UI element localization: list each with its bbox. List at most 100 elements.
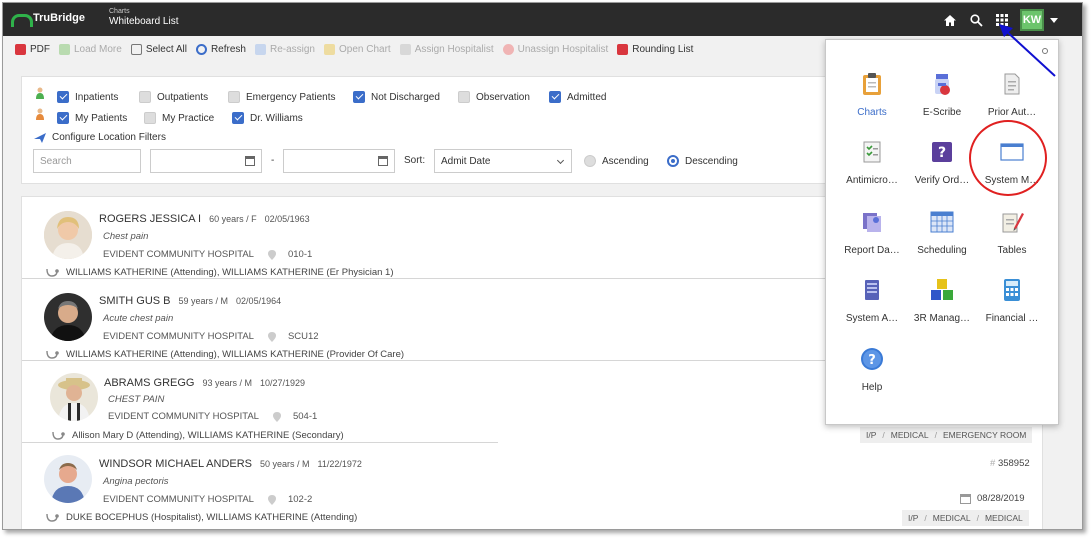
filter-observation[interactable]: Observation bbox=[458, 91, 530, 103]
app-window: TruBridge Charts Whiteboard List KW PDF … bbox=[2, 2, 1083, 530]
refresh-button[interactable]: Refresh bbox=[195, 44, 246, 55]
page-title-block: Charts Whiteboard List bbox=[109, 8, 178, 27]
stethoscope-icon bbox=[46, 350, 59, 359]
app-tile-report-dashboard[interactable]: Report Da… bbox=[836, 210, 908, 256]
refresh-label: Refresh bbox=[210, 44, 246, 55]
patient-name: ABRAMS GREGG bbox=[104, 377, 195, 389]
unassign-hospitalist-button[interactable]: Unassign Hospitalist bbox=[502, 44, 609, 55]
sort-select[interactable]: Admit Date bbox=[434, 149, 572, 173]
filter-my-practice[interactable]: My Practice bbox=[144, 112, 214, 124]
select-all-label: Select All bbox=[145, 44, 187, 55]
load-more-button[interactable]: Load More bbox=[59, 44, 122, 55]
patient-providers: WILLIAMS KATHERINE (Attending), WILLIAMS… bbox=[46, 267, 393, 278]
airplane-icon bbox=[34, 132, 46, 143]
patient-diagnosis: Chest pain bbox=[103, 231, 149, 242]
observation-checkbox[interactable] bbox=[458, 91, 470, 103]
refresh-icon bbox=[195, 44, 207, 55]
patient-name: WINDSOR MICHAEL ANDERS bbox=[99, 458, 253, 470]
patient-location: EVIDENT COMMUNITY HOSPITAL 504-1 bbox=[108, 411, 317, 422]
filter-inpatients[interactable]: Inpatients bbox=[57, 91, 118, 103]
filter-emergency[interactable]: Emergency Patients bbox=[228, 91, 336, 103]
patient-name-line: WINDSOR MICHAEL ANDERS 50 years / M 11/22/… bbox=[99, 458, 362, 470]
filter-dr-williams[interactable]: Dr. Williams bbox=[232, 112, 303, 124]
patient-name-line: ABRAMS GREGG 93 years / M 10/27/1929 bbox=[104, 377, 305, 389]
reassign-button[interactable]: Re-assign bbox=[254, 44, 315, 55]
calendar-icon bbox=[960, 494, 971, 504]
blocks-icon bbox=[931, 279, 953, 300]
person-green-icon bbox=[36, 87, 44, 99]
patient-dob: 10/27/1929 bbox=[260, 378, 306, 388]
app-tile-tables[interactable]: Tables bbox=[976, 210, 1048, 256]
assign-icon bbox=[399, 44, 411, 55]
search-input[interactable]: Search bbox=[33, 149, 141, 173]
patient-location: EVIDENT COMMUNITY HOSPITAL 102-2 bbox=[103, 494, 312, 505]
patient-diagnosis: CHEST PAIN bbox=[108, 394, 165, 405]
app-tile-system-a[interactable]: System A… bbox=[836, 278, 908, 324]
inpatients-label: Inpatients bbox=[75, 91, 119, 103]
unassign-hospitalist-label: Unassign Hospitalist bbox=[517, 44, 609, 55]
filter-admitted[interactable]: Admitted bbox=[549, 91, 606, 103]
rounding-list-label: Rounding List bbox=[632, 44, 694, 55]
observation-label: Observation bbox=[476, 91, 530, 103]
patient-age-sex: 59 years / M bbox=[178, 296, 229, 306]
filter-not-discharged[interactable]: Not Discharged bbox=[353, 91, 440, 103]
app-tile-scheduling[interactable]: Scheduling bbox=[906, 210, 978, 256]
select-all-button[interactable]: Select All bbox=[130, 44, 187, 55]
brand-name: TruBridge bbox=[33, 12, 85, 24]
app-tile-label: Scheduling bbox=[917, 245, 967, 256]
app-tile-label: Verify Ord… bbox=[914, 175, 970, 186]
patient-providers: WILLIAMS KATHERINE (Attending), WILLIAMS… bbox=[46, 349, 404, 360]
dr-williams-checkbox[interactable] bbox=[232, 112, 244, 124]
sort-descending-option[interactable]: Descending bbox=[667, 155, 738, 167]
app-tile-help[interactable]: ? Help bbox=[836, 347, 908, 393]
patient-providers: Allison Mary D (Attending), WILLIAMS KAT… bbox=[52, 430, 344, 441]
location-pin-icon bbox=[272, 411, 281, 422]
start-date-input[interactable] bbox=[150, 149, 262, 173]
stethoscope-icon bbox=[46, 268, 59, 277]
outpatients-checkbox[interactable] bbox=[139, 91, 151, 103]
filter-my-patients[interactable]: My Patients bbox=[57, 112, 127, 124]
home-icon[interactable] bbox=[942, 12, 958, 28]
app-tile-verify-orders[interactable]: ? Verify Ord… bbox=[906, 140, 978, 186]
sort-ascending-option[interactable]: Ascending bbox=[584, 155, 649, 167]
app-tile-label: Charts bbox=[857, 107, 887, 118]
my-patients-checkbox[interactable] bbox=[57, 112, 69, 124]
server-icon bbox=[865, 280, 879, 300]
pdf-button[interactable]: PDF bbox=[15, 44, 50, 55]
app-tile-antimicrobial[interactable]: Antimicro… bbox=[836, 140, 908, 186]
ascending-radio[interactable] bbox=[584, 155, 596, 167]
patient-photo bbox=[44, 455, 92, 503]
search-icon[interactable] bbox=[968, 12, 984, 28]
assign-hospitalist-button[interactable]: Assign Hospitalist bbox=[399, 44, 494, 55]
sort-label: Sort: bbox=[404, 155, 426, 166]
end-date-input[interactable] bbox=[283, 149, 395, 173]
tag-unit: MEDICAL bbox=[984, 513, 1023, 523]
app-tile-escribe[interactable]: E-Scribe bbox=[906, 72, 978, 118]
inpatients-checkbox[interactable] bbox=[57, 91, 69, 103]
open-chart-button[interactable]: Open Chart bbox=[324, 44, 391, 55]
patient-dob: 02/05/1964 bbox=[236, 296, 282, 306]
my-practice-checkbox[interactable] bbox=[144, 112, 156, 124]
patient-location: EVIDENT COMMUNITY HOSPITAL 010-1 bbox=[103, 249, 312, 260]
filter-outpatients[interactable]: Outpatients bbox=[139, 91, 208, 103]
configure-location-link[interactable]: Configure Location Filters bbox=[34, 132, 166, 143]
admitted-checkbox[interactable] bbox=[549, 91, 561, 103]
emergency-checkbox[interactable] bbox=[228, 91, 240, 103]
report-icon bbox=[863, 213, 881, 232]
patient-dob: 02/05/1963 bbox=[264, 214, 310, 224]
brand-logo[interactable]: TruBridge bbox=[11, 12, 85, 27]
room-number: SCU12 bbox=[287, 331, 319, 342]
page-title: Whiteboard List bbox=[109, 16, 179, 27]
app-tile-3r-management[interactable]: 3R Manag… bbox=[906, 278, 978, 324]
app-tile-label: Help bbox=[861, 382, 883, 393]
rounding-list-button[interactable]: Rounding List bbox=[617, 44, 693, 55]
tag-separator: / bbox=[882, 430, 885, 440]
pointer-arrow-annotation bbox=[999, 24, 1056, 77]
not-discharged-checkbox[interactable] bbox=[353, 91, 365, 103]
admit-date: 08/28/2019 bbox=[960, 493, 1025, 504]
app-tile-charts[interactable]: Charts bbox=[836, 72, 908, 118]
patient-diagnosis: Angina pectoris bbox=[103, 476, 169, 487]
app-tile-financial[interactable]: Financial … bbox=[976, 278, 1048, 324]
descending-radio[interactable] bbox=[667, 155, 679, 167]
patient-row[interactable]: WINDSOR MICHAEL ANDERS 50 years / M 11/22/… bbox=[22, 443, 1044, 529]
